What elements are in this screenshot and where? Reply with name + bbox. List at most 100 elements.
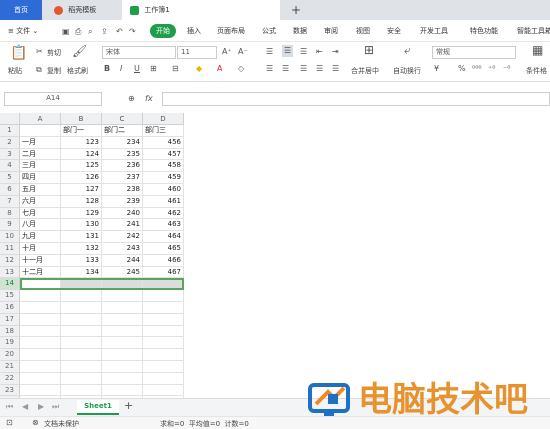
cell-b4[interactable]: 125 [61, 160, 102, 173]
cell-b10[interactable]: 131 [61, 231, 102, 243]
row-header-3[interactable]: 3 [0, 148, 20, 161]
cell-d9[interactable]: 463 [143, 219, 184, 232]
cell-b9[interactable]: 130 [61, 219, 102, 232]
menu-data[interactable]: 数据 [293, 24, 307, 38]
cell-a11[interactable]: 十月 [20, 243, 61, 255]
column-header-c[interactable]: C [102, 113, 143, 125]
cell-a5[interactable]: 四月 [20, 172, 61, 184]
cell-c10[interactable]: 242 [102, 231, 143, 243]
cell-b18[interactable] [61, 325, 102, 338]
row-header-7[interactable]: 7 [0, 195, 20, 208]
cell-b19[interactable] [61, 337, 102, 350]
cell-d22[interactable] [143, 372, 184, 385]
indent-increase-icon[interactable]: ⇥ [332, 47, 339, 57]
number-format-select[interactable]: 常规 [432, 46, 516, 59]
cell-a8[interactable]: 七月 [20, 207, 61, 220]
cell-a7[interactable]: 六月 [20, 195, 61, 208]
cell-c17[interactable] [102, 313, 143, 326]
cell-d15[interactable] [143, 290, 184, 302]
paste-icon[interactable]: 📋 [10, 46, 27, 60]
cell-c22[interactable] [102, 372, 143, 385]
fill-color-icon[interactable]: ◆ [196, 64, 202, 74]
column-header-d[interactable]: D [143, 113, 184, 125]
cell-d17[interactable] [143, 313, 184, 326]
cell-d19[interactable] [143, 337, 184, 350]
cell-b1[interactable]: 部门一 [61, 125, 102, 137]
cell-c12[interactable]: 244 [102, 254, 143, 267]
row-header-16[interactable]: 16 [0, 302, 20, 314]
cut-button[interactable]: 剪切 [47, 48, 61, 58]
export-icon[interactable]: ⇪ [101, 27, 108, 37]
wrap-text-button[interactable]: 自动换行 [393, 66, 421, 76]
align-right-icon[interactable]: ☰ [300, 64, 307, 74]
cell-c18[interactable] [102, 325, 143, 338]
cell-b23[interactable] [61, 384, 102, 397]
cell-a4[interactable]: 三月 [20, 160, 61, 173]
indent-decrease-icon[interactable]: ⇤ [316, 47, 323, 57]
print-icon[interactable]: ⎙ [75, 27, 81, 37]
cell-c21[interactable] [102, 361, 143, 373]
cell-b16[interactable] [61, 302, 102, 314]
cell-d16[interactable] [143, 302, 184, 314]
cell-d4[interactable]: 458 [143, 160, 184, 173]
sheet-tab-sheet1[interactable]: Sheet1 [77, 400, 119, 415]
file-menu[interactable]: ≡ 文件 ⌄ [8, 24, 38, 38]
cell-c9[interactable]: 241 [102, 219, 143, 232]
cell-b8[interactable]: 129 [61, 207, 102, 220]
add-sheet-button[interactable]: + [124, 400, 133, 411]
cell-a15[interactable] [20, 290, 61, 302]
cell-c15[interactable] [102, 290, 143, 302]
cell-b11[interactable]: 132 [61, 243, 102, 255]
cell-a1[interactable] [20, 125, 61, 137]
cell-d10[interactable]: 464 [143, 231, 184, 243]
cell-b21[interactable] [61, 361, 102, 373]
format-painter-button[interactable]: 格式刷 [67, 66, 88, 76]
row-header-18[interactable]: 18 [0, 325, 20, 338]
cell-c3[interactable]: 235 [102, 148, 143, 161]
menu-security[interactable]: 安全 [387, 24, 401, 38]
row-header-10[interactable]: 10 [0, 231, 20, 243]
align-top-icon[interactable]: ☰ [266, 47, 273, 57]
select-all-corner[interactable] [0, 113, 20, 125]
menu-review[interactable]: 审阅 [324, 24, 338, 38]
redo-icon[interactable]: ↷ [129, 27, 136, 37]
cell-d13[interactable]: 467 [143, 266, 184, 279]
row-header-13[interactable]: 13 [0, 266, 20, 279]
cell-a22[interactable] [20, 372, 61, 385]
align-middle-icon[interactable]: ☰ [282, 45, 294, 57]
cell-a17[interactable] [20, 313, 61, 326]
cell-a18[interactable] [20, 325, 61, 338]
prev-sheet-icon[interactable]: ◀ [22, 402, 28, 412]
cell-d7[interactable]: 461 [143, 195, 184, 208]
cell-b17[interactable] [61, 313, 102, 326]
cell-d5[interactable]: 459 [143, 172, 184, 184]
font-color-icon[interactable]: A [217, 64, 222, 74]
cell-d21[interactable] [143, 361, 184, 373]
cell-a12[interactable]: 十一月 [20, 254, 61, 267]
cell-c6[interactable]: 238 [102, 184, 143, 196]
merge-cells-icon[interactable]: ⊟ [172, 64, 179, 74]
cell-d18[interactable] [143, 325, 184, 338]
cell-a23[interactable] [20, 384, 61, 397]
font-name-select[interactable]: 宋体 [102, 46, 176, 59]
cell-b20[interactable] [61, 349, 102, 361]
row-header-22[interactable]: 22 [0, 372, 20, 385]
thousands-icon[interactable]: ⁰⁰⁰ [472, 64, 482, 74]
cell-b6[interactable]: 127 [61, 184, 102, 196]
cell-c20[interactable] [102, 349, 143, 361]
row-header-14[interactable]: 14 [0, 278, 20, 291]
conditional-format-button[interactable]: 条件格 [526, 66, 547, 76]
cell-c19[interactable] [102, 337, 143, 350]
menu-view[interactable]: 视图 [356, 24, 370, 38]
undo-icon[interactable]: ↶ [116, 27, 123, 37]
cell-d12[interactable]: 466 [143, 254, 184, 267]
bold-icon[interactable]: B [104, 64, 110, 74]
justify-icon[interactable]: ☰ [316, 64, 323, 74]
cell-d20[interactable] [143, 349, 184, 361]
menu-smart-tools[interactable]: 智能工具箱 [517, 24, 550, 38]
column-header-a[interactable]: A [20, 113, 61, 125]
cell-b13[interactable]: 134 [61, 266, 102, 279]
cell-c16[interactable] [102, 302, 143, 314]
cell-a2[interactable]: 一月 [20, 136, 61, 149]
row-header-17[interactable]: 17 [0, 313, 20, 326]
